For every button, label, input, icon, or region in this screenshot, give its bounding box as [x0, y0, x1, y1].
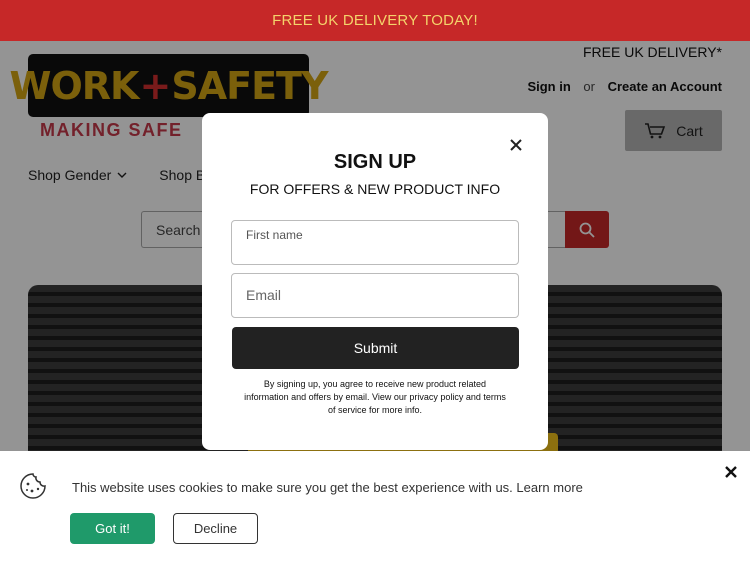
modal-subtitle: FOR OFFERS & NEW PRODUCT INFO [249, 181, 501, 197]
cookie-icon [20, 473, 46, 499]
signup-modal: SIGN UP FOR OFFERS & NEW PRODUCT INFO Fi… [202, 113, 548, 450]
submit-button[interactable]: Submit [232, 327, 519, 369]
announcement-bar: FREE UK DELIVERY TODAY! [0, 0, 750, 41]
first-name-label: First name [246, 228, 303, 242]
decline-cookies-button[interactable]: Decline [173, 513, 258, 544]
legal-text: By signing up, you agree to receive new … [244, 379, 506, 415]
cookie-message: This website uses cookies to make sure y… [72, 480, 583, 495]
announcement-text: FREE UK DELIVERY TODAY! [272, 12, 478, 29]
close-icon[interactable] [724, 465, 738, 479]
accept-cookies-button[interactable]: Got it! [70, 513, 155, 544]
email-field[interactable]: Email [231, 273, 519, 318]
email-placeholder: Email [246, 287, 282, 303]
first-name-field[interactable]: First name [231, 220, 519, 265]
cookie-banner: This website uses cookies to make sure y… [0, 451, 750, 563]
modal-title: SIGN UP [333, 151, 417, 173]
